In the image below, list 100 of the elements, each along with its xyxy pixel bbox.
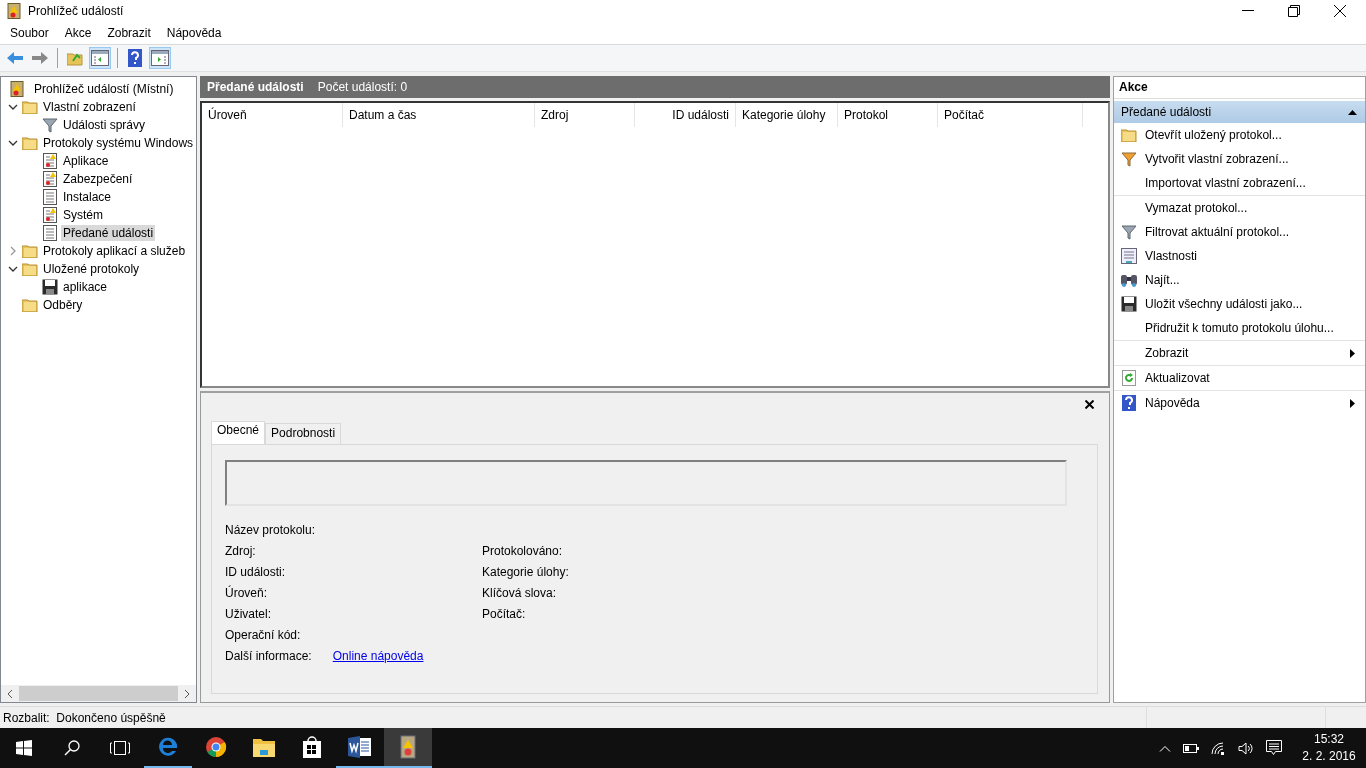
action-item[interactable]: Vytvořit vlastní zobrazení... (1145, 152, 1289, 166)
field-label: Název protokolu: (225, 522, 317, 539)
task-view-icon[interactable] (110, 741, 130, 755)
tree-pane-icon[interactable] (91, 50, 109, 66)
action-item[interactable]: Filtrovat aktuální protokol... (1145, 225, 1290, 239)
menu-item[interactable]: Nápověda (166, 26, 222, 40)
tree-item[interactable]: Události správy (61, 117, 148, 133)
status-text: Rozbalit: Dokončeno úspěšně (2, 710, 167, 725)
window-title: Prohlížeč událostí (28, 4, 124, 18)
pane-title: Předané události (207, 80, 304, 94)
windows-logo-icon[interactable] (16, 740, 32, 756)
funnel-icon (1121, 151, 1137, 167)
field-label: Uživatel: (225, 606, 272, 623)
notification-icon[interactable] (1266, 740, 1282, 756)
field-label: Další informace: (225, 648, 312, 665)
event-viewer-icon[interactable] (398, 735, 418, 759)
folder-icon[interactable] (253, 737, 275, 757)
tree-item[interactable]: aplikace (61, 279, 110, 295)
folder-up-icon[interactable] (67, 50, 83, 66)
close-icon[interactable] (1085, 399, 1094, 409)
help-icon[interactable] (128, 49, 142, 67)
event-viewer-icon (6, 3, 22, 19)
action-item[interactable]: Importovat vlastní zobrazení... (1145, 176, 1306, 190)
collapse-triangle-icon[interactable] (1348, 109, 1357, 115)
tab[interactable]: Obecné (211, 421, 266, 444)
action-item[interactable]: Nápověda (1145, 396, 1200, 410)
scroll-left-icon[interactable] (7, 688, 13, 699)
menu-item[interactable]: Soubor (10, 26, 49, 40)
column-header[interactable]: Zdroj (535, 103, 635, 127)
submenu-arrow-icon (1350, 398, 1355, 408)
folder-icon (22, 244, 38, 258)
menu-item[interactable]: Zobrazit (107, 26, 151, 40)
horizontal-scrollbar[interactable] (1, 685, 196, 702)
column-header[interactable]: ID události (635, 103, 736, 127)
action-item[interactable]: Uložit všechny události jako... (1145, 297, 1303, 311)
field-label: Kategorie úlohy: (482, 564, 570, 581)
column-header[interactable]: Datum a čas (343, 103, 535, 127)
action-item[interactable]: Aktualizovat (1145, 371, 1210, 385)
log-warning-icon (43, 207, 57, 223)
action-item[interactable]: Přidružit k tomuto protokolu úlohu... (1145, 321, 1334, 335)
chevron-down-icon[interactable] (8, 104, 18, 110)
store-bag-icon[interactable] (302, 736, 322, 758)
back-arrow-icon[interactable] (6, 51, 24, 65)
word-icon[interactable] (348, 736, 372, 758)
tree-item[interactable]: Prohlížeč událostí (Místní) (32, 81, 176, 97)
action-pane-icon[interactable] (151, 50, 169, 66)
chrome-browser-icon[interactable] (205, 736, 227, 758)
folder-icon (22, 298, 38, 312)
search-icon[interactable] (64, 740, 80, 756)
scroll-right-icon[interactable] (184, 688, 190, 699)
section-title: Předané události (1121, 105, 1212, 119)
field-label: Úroveň: (225, 584, 269, 602)
tree-item[interactable]: Odběry (41, 297, 85, 313)
tree-item[interactable]: Uložené protokoly (41, 261, 142, 277)
restore-icon[interactable] (1288, 5, 1300, 17)
clock-time[interactable]: 15:32 (1314, 731, 1344, 748)
action-item[interactable]: Zobrazit (1145, 346, 1189, 360)
folder-icon (1121, 128, 1137, 142)
action-item[interactable]: Vymazat protokol... (1145, 201, 1248, 215)
chevron-right-icon[interactable] (10, 246, 16, 256)
tab[interactable]: Podrobnosti (265, 423, 342, 444)
clock-date[interactable]: 2. 2. 2016 (1302, 748, 1356, 765)
properties-icon (1121, 248, 1137, 264)
chevron-up-icon[interactable] (1159, 744, 1171, 752)
folder-icon (22, 136, 38, 150)
chevron-down-icon[interactable] (8, 140, 18, 146)
action-item[interactable]: Otevřít uložený protokol... (1145, 128, 1282, 142)
tree-item[interactable]: Vlastní zobrazení (41, 99, 138, 115)
column-header[interactable]: Úroveň (202, 103, 343, 127)
tree-item[interactable]: Instalace (61, 189, 114, 205)
speaker-icon[interactable] (1238, 741, 1254, 755)
chevron-down-icon[interactable] (8, 266, 18, 272)
help-icon (1122, 395, 1136, 411)
tree-item[interactable]: Protokoly systému Windows (41, 135, 196, 151)
tree-item[interactable]: Předané události (61, 225, 156, 241)
tree-item[interactable]: Protokoly aplikací a služeb (41, 243, 188, 259)
refresh-icon (1122, 370, 1136, 386)
funnel-icon (42, 117, 58, 133)
edge-browser-icon[interactable] (157, 736, 179, 758)
battery-icon[interactable] (1183, 743, 1199, 753)
column-header[interactable]: Kategorie úlohy (736, 103, 838, 127)
menu-item[interactable]: Akce (64, 26, 92, 40)
log-icon (43, 225, 57, 241)
column-header[interactable]: Počítač (938, 103, 1083, 127)
field-label: Operační kód: (225, 627, 302, 644)
column-header[interactable]: Protokol (838, 103, 938, 127)
tree-item[interactable]: Aplikace (61, 153, 111, 169)
section-header[interactable]: Předané události (1114, 101, 1365, 123)
close-icon[interactable] (1334, 5, 1346, 17)
tree-item[interactable]: Zabezpečení (61, 171, 135, 187)
action-item[interactable]: Vlastnosti (1145, 249, 1198, 263)
forward-arrow-icon[interactable] (31, 51, 49, 65)
field-label: Zdroj: (225, 543, 257, 560)
field-label: Klíčová slova: (482, 585, 558, 602)
help-link[interactable]: Online nápověda (332, 646, 424, 667)
minimize-icon[interactable] (1242, 10, 1254, 12)
tree-item[interactable]: Systém (61, 207, 105, 223)
wifi-icon[interactable] (1211, 741, 1226, 755)
submenu-arrow-icon (1350, 348, 1355, 358)
action-item[interactable]: Najít... (1145, 273, 1180, 287)
